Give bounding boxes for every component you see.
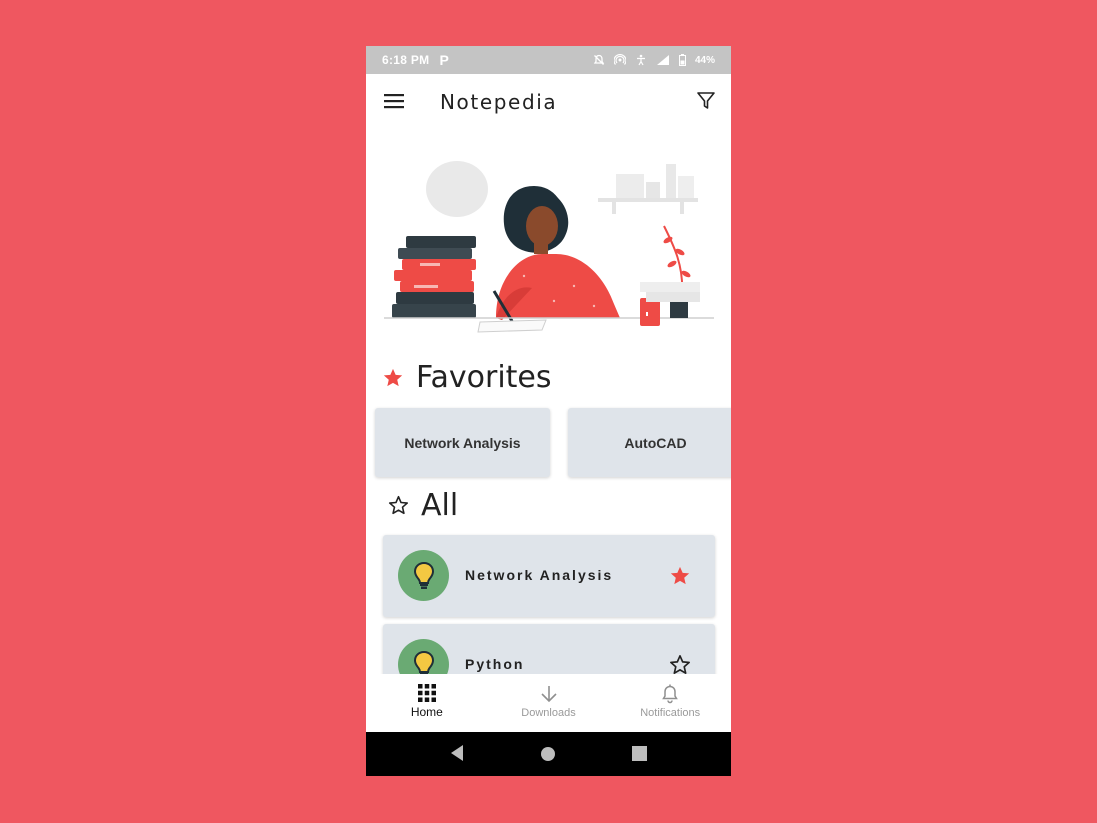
- all-heading: All: [388, 488, 458, 523]
- outline-star-icon: [388, 495, 409, 515]
- hotspot-icon: [613, 54, 626, 65]
- bottom-navigation: Home Downloads Notifications: [366, 674, 731, 732]
- favorite-card-label: Network Analysis: [404, 434, 521, 451]
- app-title: Notepedia: [440, 90, 558, 114]
- tab-downloads[interactable]: Downloads: [488, 674, 610, 732]
- phone-screen: 6:18 PM P 44% Notepedia Favorites Networ…: [366, 46, 731, 776]
- status-icons: 44%: [593, 54, 715, 66]
- tab-notifications-label: Notifications: [640, 707, 701, 719]
- outline-star-icon[interactable]: [669, 654, 691, 676]
- download-icon: [540, 686, 557, 703]
- signal-icon: [656, 55, 669, 65]
- parking-notification-icon: P: [439, 52, 449, 68]
- status-time: 6:18 PM: [382, 53, 430, 67]
- favorite-card-network-analysis[interactable]: Network Analysis: [375, 408, 550, 477]
- status-bar: 6:18 PM P 44%: [366, 46, 731, 74]
- grid-icon: [417, 684, 436, 702]
- favorites-heading: Favorites: [382, 360, 552, 395]
- accessibility-icon: [636, 54, 645, 66]
- tab-notifications[interactable]: Notifications: [609, 674, 731, 732]
- filled-star-icon[interactable]: [669, 565, 691, 587]
- tab-home-label: Home: [410, 705, 443, 719]
- filter-icon[interactable]: [696, 91, 716, 111]
- list-item-label: Python: [465, 656, 525, 672]
- woman-writing-illustration: [384, 161, 714, 333]
- favorite-card-label: AutoCAD: [624, 434, 687, 451]
- system-navigation-bar: [366, 732, 731, 776]
- muted-bell-icon: [593, 54, 605, 65]
- recents-square-icon[interactable]: [632, 746, 647, 761]
- favorite-card-autocad[interactable]: AutoCAD: [568, 408, 731, 477]
- battery-icon: [678, 54, 686, 66]
- hamburger-menu-icon[interactable]: [384, 93, 404, 109]
- lightbulb-icon: [398, 550, 449, 601]
- bell-icon: [662, 684, 678, 704]
- tab-home[interactable]: Home: [366, 674, 488, 732]
- back-triangle-icon[interactable]: [449, 744, 465, 762]
- app-bar: Notepedia: [366, 74, 731, 130]
- filled-star-icon: [383, 368, 403, 386]
- list-item[interactable]: Network Analysis: [383, 535, 715, 617]
- tab-downloads-label: Downloads: [521, 707, 576, 719]
- favorites-heading-label: Favorites: [416, 360, 552, 395]
- home-circle-icon[interactable]: [540, 746, 556, 762]
- list-item-label: Network Analysis: [465, 567, 614, 583]
- all-heading-label: All: [421, 488, 459, 523]
- battery-level: 44%: [694, 54, 715, 66]
